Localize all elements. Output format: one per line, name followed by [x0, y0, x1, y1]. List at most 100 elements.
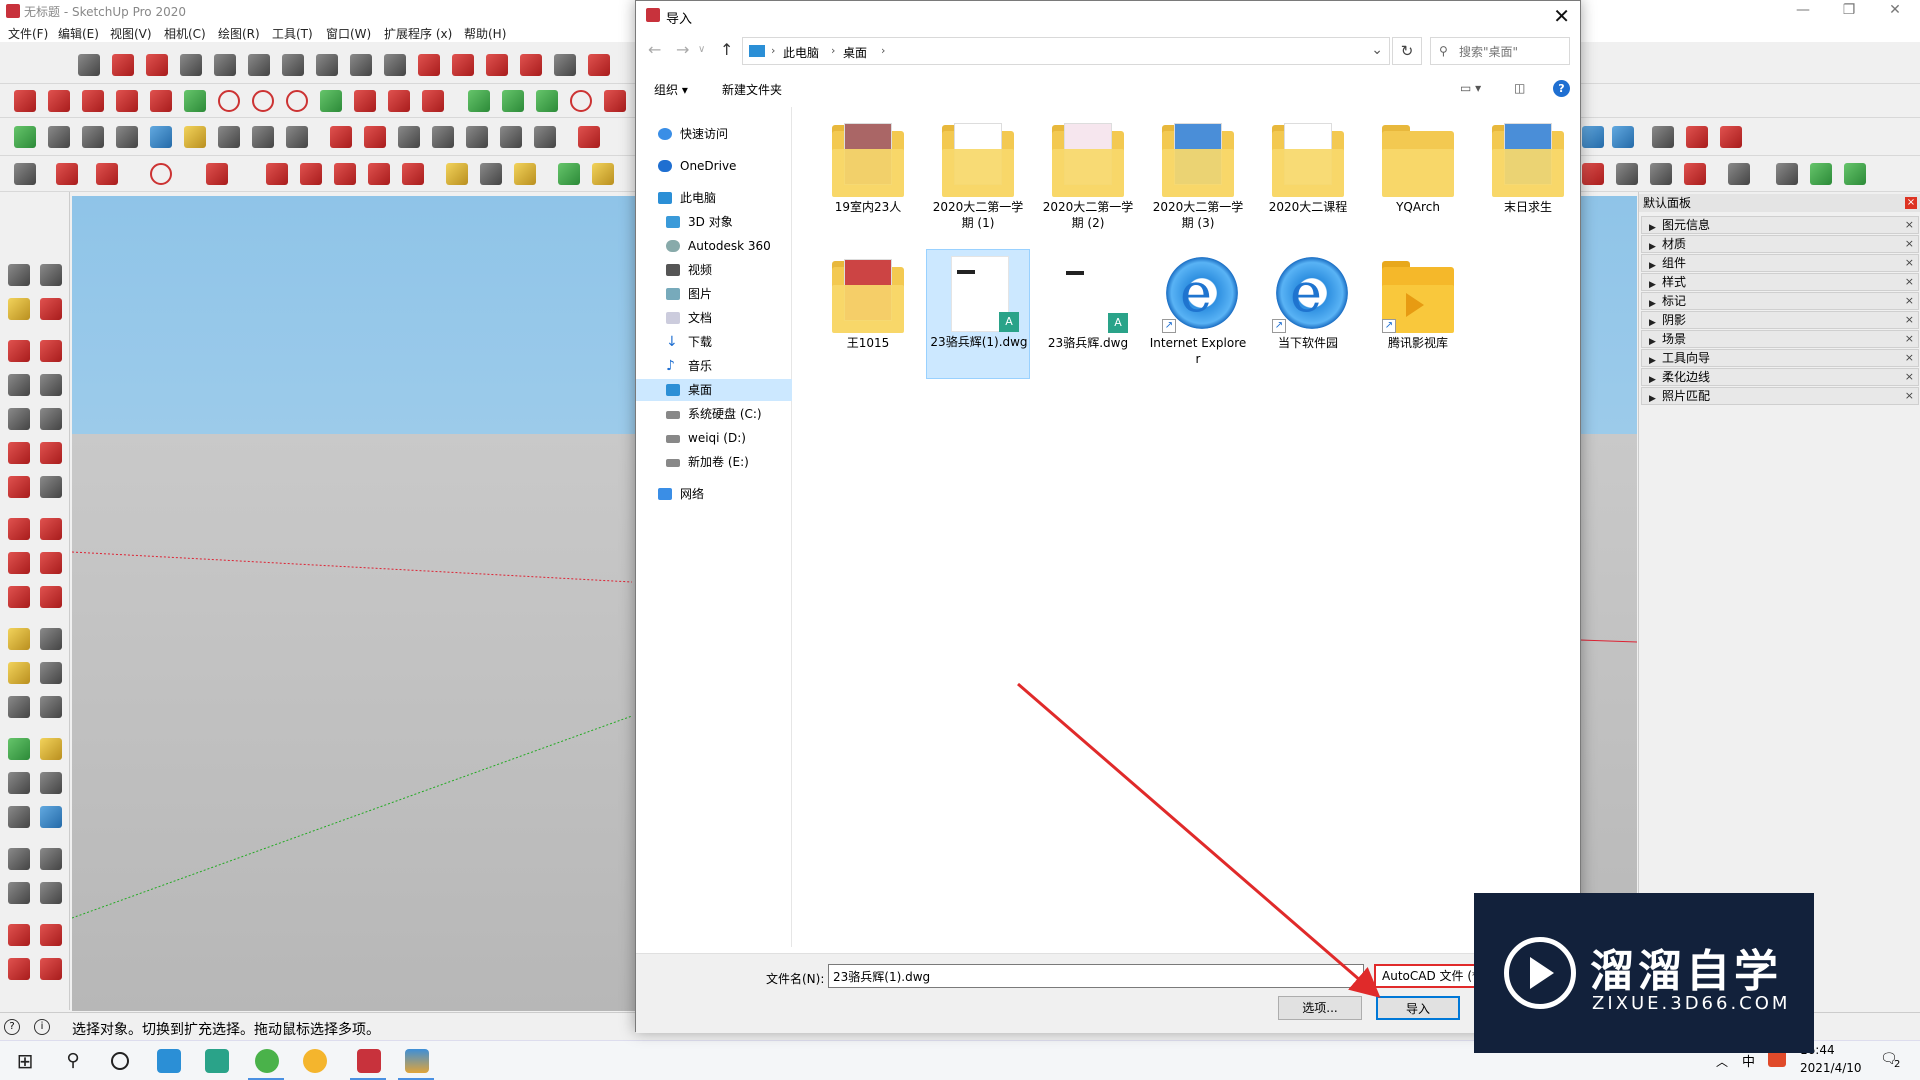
taskbar-app-browser[interactable]	[242, 1045, 290, 1080]
tray-item-tags[interactable]: ▶ 标记 ×	[1641, 292, 1919, 310]
back-edges-icon[interactable]	[1612, 126, 1634, 148]
camera-left-icon[interactable]	[8, 848, 30, 870]
import-button[interactable]: 导入	[1376, 996, 1460, 1020]
tape-measure-icon[interactable]	[446, 163, 468, 185]
file-item[interactable]: 王1015	[816, 251, 920, 381]
pan-2-icon[interactable]	[592, 163, 614, 185]
eraser-left-icon[interactable]	[40, 298, 62, 320]
ruby-left-icon[interactable]	[40, 958, 62, 980]
zoomwin-left-icon[interactable]	[40, 772, 62, 794]
walk-left-icon[interactable]	[8, 882, 30, 904]
address-bar[interactable]: › 此电脑 › 桌面 › ⌄	[742, 37, 1390, 65]
taskbar-app-weather[interactable]	[290, 1045, 338, 1080]
arc-2-left-icon[interactable]	[40, 442, 62, 464]
rect-fill-icon[interactable]	[206, 163, 228, 185]
nav-downloads[interactable]: ↓ 下载	[636, 331, 792, 353]
select-icon[interactable]	[8, 264, 30, 286]
tape-left-icon[interactable]	[8, 628, 30, 650]
file-item-selected[interactable]: A 23骆兵辉(1).dwg	[926, 249, 1030, 379]
section-icon[interactable]	[578, 126, 600, 148]
nav-pictures[interactable]: 图片	[636, 283, 792, 305]
select-arrow-icon[interactable]	[14, 163, 36, 185]
freehand-icon[interactable]	[150, 163, 172, 185]
push-pull-icon[interactable]	[266, 163, 288, 185]
options-button[interactable]: 选项...	[1278, 996, 1362, 1020]
circle-icon[interactable]	[252, 90, 274, 112]
close-icon[interactable]: ✕	[1553, 4, 1570, 28]
style-5-icon[interactable]	[1728, 163, 1750, 185]
style-1-icon[interactable]	[1582, 163, 1604, 185]
style-7-icon[interactable]	[1810, 163, 1832, 185]
extension-warehouse-icon[interactable]	[1720, 126, 1742, 148]
zoom-left-icon[interactable]	[8, 772, 30, 794]
3dtext-left-icon[interactable]	[40, 696, 62, 718]
refresh-button[interactable]: ↻	[1392, 37, 1422, 65]
help-icon[interactable]: ?	[1553, 80, 1570, 97]
taskbar-search-button[interactable]: ⚲	[48, 1045, 96, 1080]
followme-left-icon[interactable]	[40, 552, 62, 574]
nav-music[interactable]: ♪ 音乐	[636, 355, 792, 377]
search-box[interactable]: ⚲	[1430, 37, 1570, 65]
style-3-icon[interactable]	[1650, 163, 1672, 185]
close-icon[interactable]: ×	[1905, 312, 1914, 328]
file-item[interactable]: 2020大二课程	[1256, 115, 1360, 245]
minimize-icon[interactable]: —	[1780, 0, 1826, 22]
text-icon[interactable]	[480, 163, 502, 185]
arc-tool-icon[interactable]	[418, 54, 440, 76]
tray-item-materials[interactable]: ▶ 材质 ×	[1641, 235, 1919, 253]
eraser-tool-icon[interactable]	[146, 54, 168, 76]
geo-location-icon[interactable]: ?	[4, 1019, 20, 1035]
dimension-left-icon[interactable]	[40, 628, 62, 650]
front-view-icon[interactable]	[398, 126, 420, 148]
close-icon[interactable]: ×	[1905, 350, 1914, 366]
eraser-icon[interactable]	[56, 163, 78, 185]
menu-draw[interactable]: 绘图(R)	[218, 25, 260, 42]
back-arrow-icon[interactable]: ←	[648, 40, 661, 59]
line-tool-icon[interactable]	[112, 54, 134, 76]
forward-arrow-icon[interactable]: →	[676, 40, 689, 59]
close-icon[interactable]: ×	[1905, 236, 1914, 252]
orbit-left-icon[interactable]	[8, 738, 30, 760]
share-left-icon[interactable]	[40, 924, 62, 946]
breadcrumb-this-pc[interactable]: 此电脑	[783, 44, 819, 61]
nav-3d-objects[interactable]: 3D 对象	[636, 211, 792, 233]
file-item[interactable]: ↗ 腾讯影视库	[1366, 251, 1470, 381]
file-item[interactable]: 2020大二第一学期 (1)	[926, 115, 1030, 245]
close-icon[interactable]: ×	[1905, 274, 1914, 290]
tray-item-components[interactable]: ▶ 组件 ×	[1641, 254, 1919, 272]
fillet-icon[interactable]	[486, 54, 508, 76]
arc-left-icon[interactable]	[8, 442, 30, 464]
taskbar-app-winrar[interactable]	[392, 1045, 440, 1080]
nav-desktop[interactable]: 桌面	[636, 379, 792, 401]
stair-icon[interactable]	[554, 54, 576, 76]
pushpull-left-icon[interactable]	[40, 518, 62, 540]
previous-view-icon[interactable]	[150, 126, 172, 148]
arc-5-icon[interactable]	[422, 90, 444, 112]
nav-drive-c[interactable]: 系统硬盘 (C:)	[636, 403, 792, 425]
tray-item-match-photo[interactable]: ▶ 照片匹配 ×	[1641, 387, 1919, 405]
rotated-rect-icon[interactable]	[40, 374, 62, 396]
tray-item-soften-edges[interactable]: ▶ 柔化边线 ×	[1641, 368, 1919, 386]
file-item[interactable]: 末日求生	[1476, 115, 1580, 245]
curve-tool-icon[interactable]	[452, 54, 474, 76]
menu-file[interactable]: 文件(F)	[8, 25, 48, 42]
layout-left-icon[interactable]	[8, 958, 30, 980]
polygon-icon[interactable]	[286, 90, 308, 112]
shape-tool-icon[interactable]	[248, 54, 270, 76]
input-method-icon[interactable]: 中	[1742, 1051, 1755, 1070]
scale-left-icon[interactable]	[8, 586, 30, 608]
menu-camera[interactable]: 相机(C)	[164, 25, 206, 42]
paint-icon[interactable]	[8, 298, 30, 320]
task-view-button[interactable]	[96, 1045, 144, 1080]
pencil-icon[interactable]	[96, 163, 118, 185]
position-camera-icon[interactable]	[218, 126, 240, 148]
menu-view[interactable]: 视图(V)	[110, 25, 152, 42]
pan-left-icon[interactable]	[40, 738, 62, 760]
nav-autodesk-360[interactable]: Autodesk 360	[636, 235, 792, 257]
menu-tools[interactable]: 工具(T)	[272, 25, 313, 42]
arc-green-icon[interactable]	[184, 90, 206, 112]
nav-documents[interactable]: 文档	[636, 307, 792, 329]
walk-icon[interactable]	[286, 126, 308, 148]
axes-left-icon[interactable]	[8, 696, 30, 718]
pan-icon[interactable]	[184, 126, 206, 148]
